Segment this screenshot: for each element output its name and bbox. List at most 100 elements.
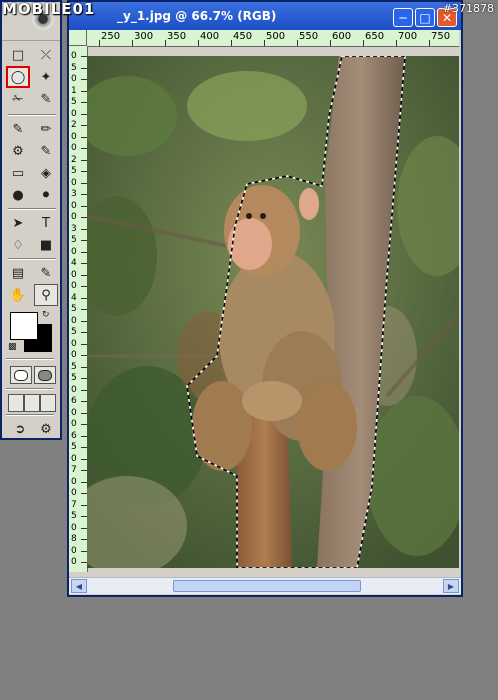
healing-brush-icon[interactable]: ✎ <box>6 118 30 140</box>
type-tool-icon[interactable]: T <box>34 212 58 234</box>
ruler-label: 0 <box>71 315 77 326</box>
ruler-origin[interactable] <box>69 30 87 46</box>
ruler-label: 0 <box>71 522 77 533</box>
clone-stamp-icon[interactable]: ⚙ <box>6 140 30 162</box>
toolbox-divider <box>8 208 56 210</box>
marquee-tool-icon[interactable]: □ <box>6 44 30 66</box>
ruler-tick <box>99 40 100 46</box>
ruler-label: 0 <box>71 143 77 153</box>
ruler-label: 0 <box>71 177 77 188</box>
swap-colors-icon[interactable]: ↻ <box>42 310 50 320</box>
blur-tool-icon[interactable]: ● <box>6 184 30 206</box>
eyedropper-icon[interactable]: ✎ <box>34 262 58 284</box>
screen-mode-menu-icon[interactable] <box>24 394 40 412</box>
ruler-label: 0 <box>71 212 77 222</box>
notes-tool-icon[interactable]: ▤ <box>6 262 30 284</box>
ruler-label: 500 <box>266 31 286 42</box>
standard-mode-icon[interactable] <box>10 366 32 384</box>
ruler-label: 0 <box>71 488 77 498</box>
ruler-label: 0 <box>71 74 77 84</box>
ruler-tick <box>132 40 133 46</box>
ruler-label: 250 <box>101 31 121 42</box>
history-brush-icon[interactable]: ✎ <box>34 140 58 162</box>
path-selection-icon[interactable]: ➤ <box>6 212 30 234</box>
ruler-tick <box>165 40 166 46</box>
maximize-button[interactable]: □ <box>415 8 435 27</box>
ruler-label: 0 <box>71 338 77 349</box>
ruler-label: 0 <box>71 108 77 119</box>
slice-tool-icon[interactable]: ✎ <box>34 88 58 110</box>
quick-mask-mode-icon[interactable] <box>34 366 56 384</box>
minimize-button[interactable]: ─ <box>393 8 413 27</box>
jump-to-icon[interactable]: ⚙ <box>34 418 58 440</box>
toolbox-divider <box>6 414 54 416</box>
ruler-label: 5 <box>71 235 77 245</box>
ruler-label: 300 <box>134 31 154 42</box>
ruler-label: 5 <box>71 62 77 73</box>
ruler-label: 8 <box>71 534 77 544</box>
hand-tool-icon[interactable]: ✋ <box>6 284 30 306</box>
scroll-left-icon[interactable]: ◀ <box>71 579 87 593</box>
pen-tool-icon[interactable]: ♢ <box>6 234 30 256</box>
ruler-label: 7 <box>71 499 77 510</box>
brush-tool-icon[interactable]: ✏ <box>34 118 58 140</box>
ruler-label: 5 <box>71 511 77 521</box>
jump-to-imageready-icon[interactable]: ➲ <box>8 418 32 440</box>
ruler-label: 750 <box>431 31 451 42</box>
ruler-label: 1 <box>71 85 77 96</box>
ruler-label: 2 <box>71 120 77 130</box>
dodge-tool-icon[interactable]: ⚫ <box>34 184 58 206</box>
default-colors-icon[interactable]: ▩ <box>8 342 17 352</box>
document-window: _y_1.jpg @ 66.7% (RGB) ─ □ ✕ 250 300 350 40… <box>67 0 463 597</box>
screen-mode-full-icon[interactable] <box>40 394 56 412</box>
ruler-tick <box>264 40 265 46</box>
magic-wand-icon[interactable]: ✦ <box>34 66 58 88</box>
ruler-label: 0 <box>71 545 77 556</box>
ruler-tick <box>429 40 430 46</box>
toolbox-divider <box>6 358 54 360</box>
lasso-tool-icon[interactable]: ◯ <box>6 66 30 88</box>
screen-mode-standard-icon[interactable] <box>8 394 24 412</box>
ruler-tick <box>231 40 232 46</box>
eraser-tool-icon[interactable]: ▭ <box>6 162 30 184</box>
ruler-label: 550 <box>299 31 319 42</box>
ruler-tick <box>363 40 364 46</box>
ruler-tick <box>297 40 298 46</box>
ruler-label: 5 <box>71 97 77 107</box>
watermark-id: #371878 <box>442 2 494 15</box>
ruler-label: 600 <box>332 31 352 42</box>
ruler-label: 5 <box>71 327 77 337</box>
ruler-label: 0 <box>71 419 77 429</box>
foreground-color-swatch[interactable] <box>10 312 38 340</box>
scroll-right-icon[interactable]: ▶ <box>443 579 459 593</box>
ruler-label: 700 <box>398 31 418 42</box>
ruler-label: 0 <box>71 51 77 61</box>
shape-tool-icon[interactable]: ■ <box>34 234 58 256</box>
ruler-label: 4 <box>71 292 77 303</box>
vertical-ruler[interactable]: 0501502002503003504004505005506006507007… <box>69 46 88 572</box>
ruler-label: 0 <box>71 269 77 280</box>
paint-bucket-icon[interactable]: ◈ <box>34 162 58 184</box>
horizontal-scrollbar[interactable]: ◀ ▶ <box>69 577 461 594</box>
ruler-label: 3 <box>71 189 77 199</box>
crop-tool-icon[interactable]: ✁ <box>6 88 30 110</box>
horizontal-ruler[interactable]: 250 300 350 400 450 500 550 600 650 700 750 <box>87 30 459 47</box>
ruler-label: 5 <box>71 442 77 452</box>
watermark-brand: MOBILE01 <box>2 0 96 18</box>
ruler-tick <box>198 40 199 46</box>
zoom-tool-icon[interactable]: ⚲ <box>34 284 58 306</box>
image-canvas[interactable] <box>87 56 459 568</box>
ruler-label: 0 <box>71 453 77 464</box>
ruler-tick <box>330 40 331 46</box>
ruler-label: 7 <box>71 465 77 475</box>
ruler-label: 0 <box>71 200 77 211</box>
scrollbar-thumb[interactable] <box>173 580 361 592</box>
ruler-label: 5 <box>71 373 77 383</box>
ruler-label: 5 <box>71 361 77 372</box>
move-tool-icon[interactable]: ⤫ <box>34 44 58 66</box>
ruler-label: 6 <box>71 396 77 406</box>
ruler-label: 0 <box>71 131 77 142</box>
ruler-label: 0 <box>71 350 77 360</box>
ruler-label: 5 <box>71 166 77 176</box>
ruler-label: 0 <box>71 557 77 567</box>
